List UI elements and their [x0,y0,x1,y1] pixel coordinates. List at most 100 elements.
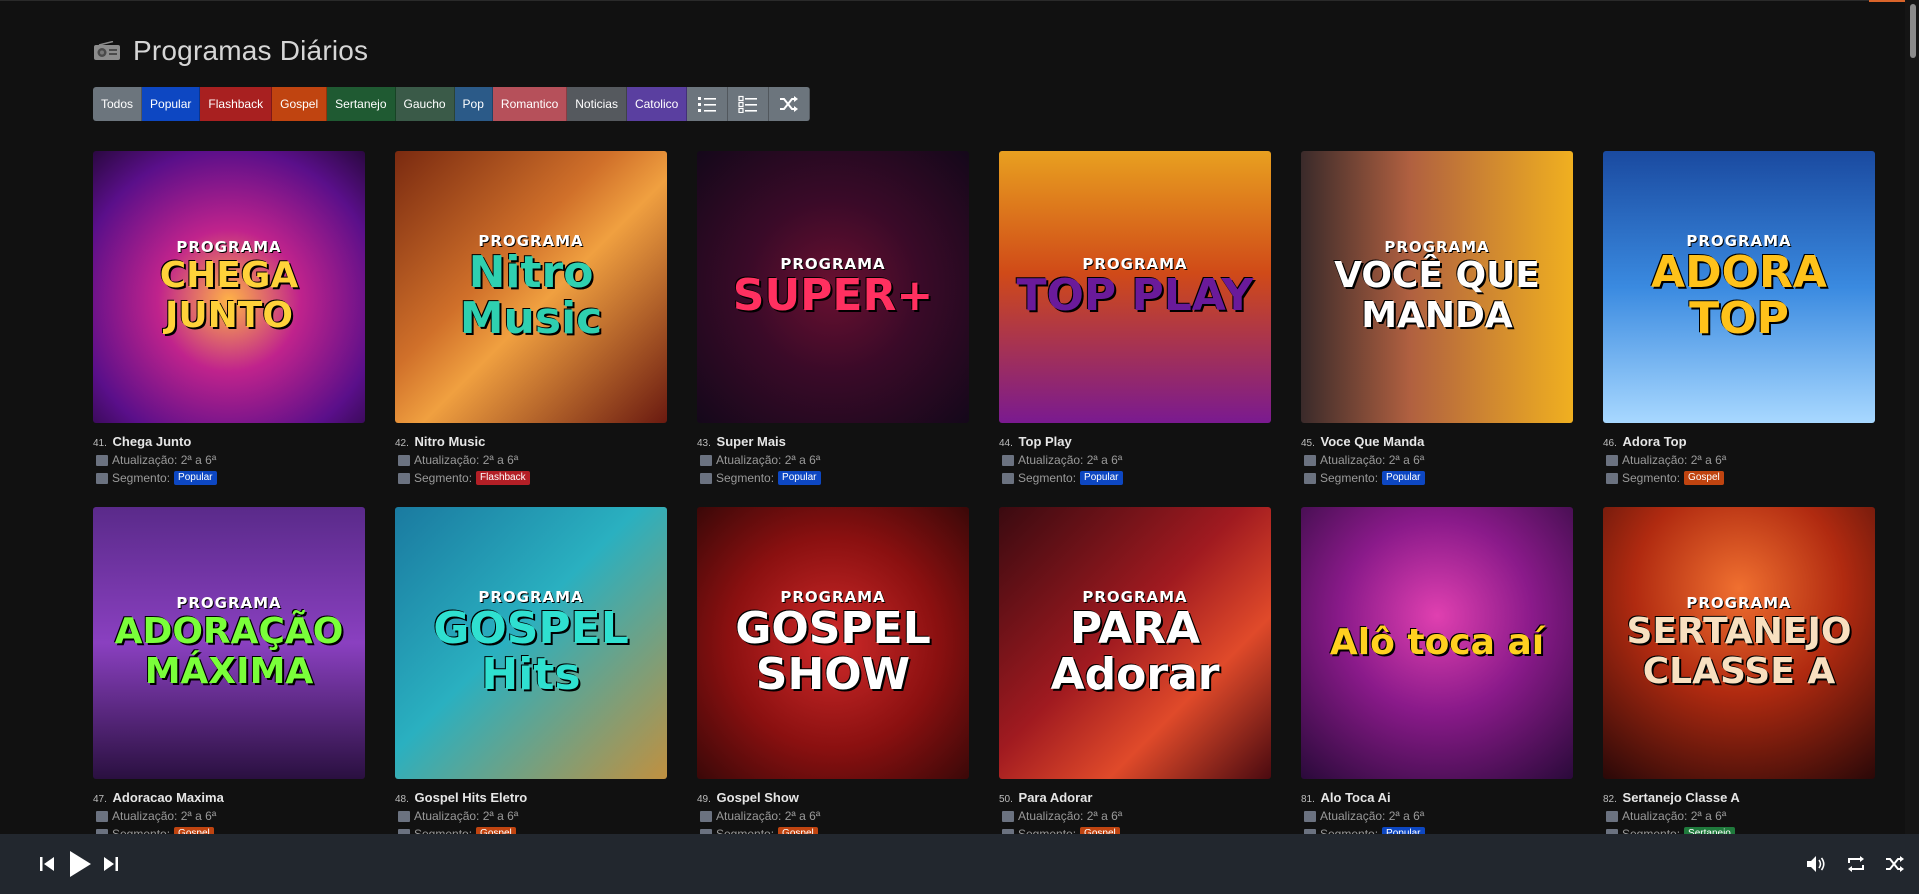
list-checked-icon [738,95,758,113]
calendar-icon [1002,454,1014,466]
program-title[interactable]: 41. Chega Junto [93,434,365,451]
filter-gospel[interactable]: Gospel [272,87,328,121]
program-card[interactable]: PROGRAMA TOP PLAY 44. Top Play Atualizaç… [999,151,1271,487]
scrollbar[interactable] [1905,0,1919,834]
program-segment: Segmento:Popular [999,469,1271,487]
program-cover[interactable]: PROGRAMA GOSPEL Hits [395,507,667,779]
filter-popular[interactable]: Popular [142,87,201,121]
program-title[interactable]: 47. Adoracao Maxima [93,790,365,807]
calendar-icon [96,810,108,822]
program-cover[interactable]: PROGRAMA VOCÊ QUE MANDA [1301,151,1573,423]
program-title[interactable]: 81. Alo Toca Ai [1301,790,1573,807]
program-title[interactable]: 48. Gospel Hits Eletro [395,790,667,807]
previous-button[interactable] [37,854,57,874]
program-cover[interactable]: PROGRAMA Nitro Music [395,151,667,423]
filter-catolico[interactable]: Catolico [626,87,688,121]
folder-icon [1606,472,1618,484]
filter-gaucho[interactable]: Gaucho [395,87,455,121]
repeat-button[interactable] [1846,854,1866,874]
shuffle-icon [780,96,799,112]
segment-badge: Flashback [476,471,530,485]
shuffle-icon [1886,856,1904,872]
program-card[interactable]: PROGRAMA SERTANEJO CLASSE A 82. Sertanej… [1603,507,1875,843]
program-card[interactable]: PROGRAMA ADORAÇÃO MÁXIMA 47. Adoracao Ma… [93,507,365,843]
program-cover[interactable]: PROGRAMA ADORA TOP [1603,151,1875,423]
segment-badge: Popular [1382,471,1425,485]
program-cover[interactable]: PROGRAMA SUPER+ [697,151,969,423]
segment-badge: Popular [778,471,821,485]
program-cover[interactable]: PROGRAMA CHEGA JUNTO [93,151,365,423]
program-card[interactable]: PROGRAMA GOSPEL Hits 48. Gospel Hits Ele… [395,507,667,843]
program-card[interactable]: PROGRAMA GOSPEL SHOW 49. Gospel Show Atu… [697,507,969,843]
program-update: Atualização: 2ª a 6ª [1603,807,1875,825]
repeat-icon [1848,856,1864,872]
page-title: Programas Diários [133,35,369,66]
filter-pop[interactable]: Pop [454,87,493,121]
program-cover[interactable]: PROGRAMA TOP PLAY [999,151,1271,423]
program-update: Atualização: 2ª a 6ª [93,807,365,825]
filter-flashback[interactable]: Flashback [200,87,273,121]
filter-romantico[interactable]: Romantico [492,87,568,121]
program-title[interactable]: 44. Top Play [999,434,1271,451]
program-card[interactable]: PROGRAMA PARA Adorar 50. Para Adorar Atu… [999,507,1271,843]
program-title[interactable]: 45. Voce Que Manda [1301,434,1573,451]
program-cover[interactable]: PROGRAMA GOSPEL SHOW [697,507,969,779]
play-button[interactable] [67,850,93,878]
shuffle-filter-button[interactable] [769,87,811,121]
program-title[interactable]: 42. Nitro Music [395,434,667,451]
program-update: Atualização: 2ª a 6ª [395,451,667,469]
program-update: Atualização: 2ª a 6ª [93,451,365,469]
program-title[interactable]: 82. Sertanejo Classe A [1603,790,1875,807]
program-card[interactable]: PROGRAMA Nitro Music 42. Nitro Music Atu… [395,151,667,487]
program-title[interactable]: 50. Para Adorar [999,790,1271,807]
skip-back-icon [40,857,54,871]
next-button[interactable] [101,854,121,874]
filter-sertanejo[interactable]: Sertanejo [327,87,396,121]
segment-badge: Popular [174,471,217,485]
program-card[interactable]: PROGRAMA ADORA TOP 46. Adora Top Atualiz… [1603,151,1875,487]
radio-icon [94,41,120,60]
program-cover[interactable]: PROGRAMA ADORAÇÃO MÁXIMA [93,507,365,779]
program-title[interactable]: 46. Adora Top [1603,434,1875,451]
program-segment: Segmento:Popular [697,469,969,487]
calendar-icon [700,454,712,466]
calendar-icon [1304,454,1316,466]
program-card[interactable]: PROGRAMA VOCÊ QUE MANDA 45. Voce Que Man… [1301,151,1573,487]
program-card[interactable]: PROGRAMA SUPER+ 43. Super Mais Atualizaç… [697,151,969,487]
folder-icon [398,472,410,484]
program-title[interactable]: 49. Gospel Show [697,790,969,807]
program-cover[interactable]: Alô toca aí [1301,507,1573,779]
calendar-icon [96,454,108,466]
program-segment: Segmento:Popular [93,469,365,487]
program-update: Atualização: 2ª a 6ª [1301,807,1573,825]
program-card[interactable]: PROGRAMA CHEGA JUNTO 41. Chega Junto Atu… [93,151,365,487]
list-numbered-button[interactable] [687,87,729,121]
program-update: Atualização: 2ª a 6ª [395,807,667,825]
list-numbered-icon [698,97,717,112]
program-cover[interactable]: PROGRAMA PARA Adorar [999,507,1271,779]
volume-icon [1807,856,1825,872]
calendar-icon [398,810,410,822]
list-checked-button[interactable] [728,87,770,121]
program-card[interactable]: Alô toca aí 81. Alo Toca Ai Atualização:… [1301,507,1573,843]
filter-noticias[interactable]: Noticias [567,87,627,121]
filter-bar: Todos Popular Flashback Gospel Sertanejo… [93,87,811,121]
volume-button[interactable] [1806,854,1826,874]
program-update: Atualização: 2ª a 6ª [697,451,969,469]
calendar-icon [1304,810,1316,822]
scrollbar-thumb[interactable] [1910,4,1916,58]
program-cover[interactable]: PROGRAMA SERTANEJO CLASSE A [1603,507,1875,779]
folder-icon [96,472,108,484]
audio-player-bar [0,834,1919,894]
program-update: Atualização: 2ª a 6ª [999,807,1271,825]
segment-badge: Gospel [1684,471,1724,485]
program-update: Atualização: 2ª a 6ª [1603,451,1875,469]
page-header: Programas Diários [93,34,368,68]
filter-todos[interactable]: Todos [93,87,143,121]
program-segment: Segmento:Popular [1301,469,1573,487]
program-update: Atualização: 2ª a 6ª [999,451,1271,469]
shuffle-button[interactable] [1885,854,1905,874]
program-title[interactable]: 43. Super Mais [697,434,969,451]
folder-icon [1304,472,1316,484]
calendar-icon [1606,454,1618,466]
